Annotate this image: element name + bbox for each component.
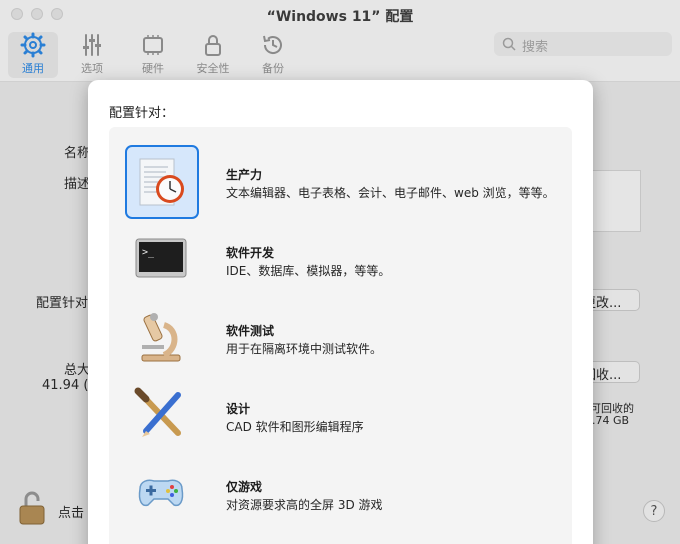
tab-general-label: 通用 [22,62,44,75]
search-icon [502,37,516,51]
profile-name: 设计 [226,402,251,416]
svg-text:>_: >_ [142,247,155,258]
microscope-icon [141,313,181,362]
tab-backup-label: 备份 [262,62,284,75]
search-placeholder: 搜索 [522,40,549,55]
profile-software-testing[interactable]: 软件测试 用于在隔离环境中测试软件。 [109,301,572,379]
productivity-document-clock-icon [139,158,184,206]
profile-name: 软件开发 [226,246,275,260]
configure-for-sheet: 配置针对： 生产力 文本编辑器、电子表格、会计、电子邮件、web 浏览，等等。 … [88,80,593,544]
configuration-window: “Windows 11” 配置 通用 选项 硬件 安全性 备份 搜索 名称 描述… [0,0,680,544]
tab-general[interactable]: 通用 [8,32,58,78]
sheet-heading: 配置针对： [109,106,175,121]
profile-icon-frame [125,301,199,375]
terminal-icon: >_ [135,238,187,278]
profile-icon-frame [125,379,199,453]
profile-games-only[interactable]: 仅游戏 对资源要求高的全屏 3D 游戏 [109,457,572,535]
profile-name: 仅游戏 [226,480,263,494]
profile-design[interactable]: 设计 CAD 软件和图形编辑程序 [109,379,572,457]
profile-description: IDE、数据库、模拟器，等等。 [226,264,391,278]
brush-pencil-icon [134,387,181,437]
tab-hardware-label: 硬件 [142,62,164,75]
tab-backup[interactable]: 备份 [248,32,298,78]
tab-security-label: 安全性 [196,62,230,75]
sliders-icon [83,34,101,56]
profile-description: 对资源要求高的全屏 3D 游戏 [226,498,383,512]
profile-name: 软件测试 [226,324,275,338]
profile-icon-frame: >_ [125,223,199,297]
tab-security[interactable]: 安全性 [188,32,238,78]
profile-description: 文本编辑器、电子表格、会计、电子邮件、web 浏览，等等。 [226,186,555,200]
profile-description: 用于在隔离环境中测试软件。 [226,342,383,356]
profile-list: 生产力 文本编辑器、电子表格、会计、电子邮件、web 浏览，等等。 >_ 软件开… [109,127,572,544]
profile-productivity[interactable]: 生产力 文本编辑器、电子表格、会计、电子邮件、web 浏览，等等。 [109,145,572,223]
profile-icon-frame [125,457,199,531]
lock-icon [205,35,221,56]
gamepad-icon [138,479,184,507]
gear-icon [20,32,46,58]
profile-name: 生产力 [226,168,263,182]
tab-options[interactable]: 选项 [67,32,117,78]
tab-options-label: 选项 [81,62,103,75]
history-clock-icon [263,35,282,54]
profile-description: CAD 软件和图形编辑程序 [226,420,364,434]
search-input[interactable]: 搜索 [494,32,672,56]
chip-icon [143,35,163,55]
tab-hardware[interactable]: 硬件 [128,32,178,78]
profile-software-development[interactable]: >_ 软件开发 IDE、数据库、模拟器，等等。 [109,223,572,301]
window-title: “Windows 11” 配置 [266,9,414,25]
profile-icon-frame [125,145,199,219]
titlebar: “Windows 11” 配置 通用 选项 硬件 安全性 备份 搜索 [0,0,680,82]
